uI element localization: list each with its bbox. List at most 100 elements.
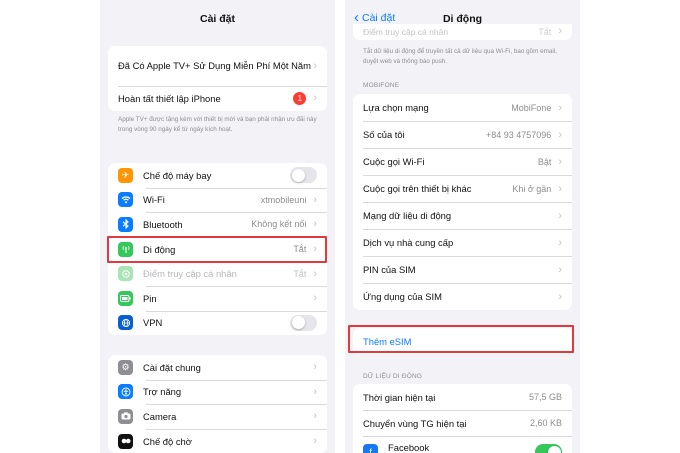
facebook-icon: f <box>363 444 378 453</box>
appletv-offer-row[interactable]: Đã Có Apple TV+ Sử Dụng Miễn Phí Một Năm… <box>108 46 327 86</box>
wifi-calling-label: Cuộc gọi Wi-Fi <box>363 156 425 167</box>
network-selection-label: Lựa chọn mạng <box>363 102 429 113</box>
chevron-right-icon: › <box>313 361 317 374</box>
chevron-right-icon: › <box>313 218 317 231</box>
my-number-label: Số của tôi <box>363 129 405 140</box>
bluetooth-label: Bluetooth <box>143 218 183 230</box>
battery-label: Pin <box>143 292 157 304</box>
settings-screen: Cài đặt Đã Có Apple TV+ Sử Dụng Miễn Phí… <box>100 0 335 453</box>
row-battery[interactable]: Pin › <box>108 285 327 311</box>
chevron-right-icon: › <box>558 128 562 141</box>
hotspot-icon <box>118 266 133 282</box>
bluetooth-icon <box>118 216 133 232</box>
battery-icon <box>118 290 133 306</box>
chevron-right-icon: › <box>558 236 562 249</box>
appletv-footnote: Apple TV+ được tặng kèm với thiết bị mới… <box>118 116 317 133</box>
appletv-offer-label: Đã Có Apple TV+ Sử Dụng Miễn Phí Một Năm <box>118 60 311 71</box>
add-esim-label: Thêm eSIM <box>363 335 412 347</box>
carrier-section-header: MOBIFONE <box>363 82 400 89</box>
cellular-screen: ‹ Cài đặt Di động Điểm truy cập cá nhân … <box>345 0 580 453</box>
chevron-right-icon: › <box>313 435 317 448</box>
row-cellular[interactable]: Di động Tắt › <box>108 236 327 262</box>
row-camera[interactable]: Camera › <box>108 404 327 429</box>
globe-icon <box>118 315 133 331</box>
accessibility-label: Trợ năng <box>143 386 182 398</box>
chevron-right-icon: › <box>313 92 317 105</box>
carrier-services-label: Dịch vụ nhà cung cấp <box>363 237 454 248</box>
chevron-right-icon: › <box>313 193 317 206</box>
cellular-value: Tắt <box>293 244 307 255</box>
chevron-right-icon: › <box>558 101 562 114</box>
my-number-value: +84 93 4757096 <box>486 129 552 140</box>
row-bluetooth[interactable]: Bluetooth Không kết nối › <box>108 212 327 237</box>
chevron-right-icon: › <box>558 290 562 303</box>
hotspot-label: Điểm truy cập cá nhân <box>363 27 449 37</box>
chevron-right-icon: › <box>558 263 562 276</box>
row-airplane-mode[interactable]: ✈ Chế độ máy bay <box>108 163 327 188</box>
row-carrier-services[interactable]: Dịch vụ nhà cung cấp › <box>353 229 572 256</box>
network-selection-value: MobiFone <box>511 102 552 113</box>
airplane-mode-toggle[interactable] <box>290 167 317 184</box>
finish-setup-label: Hoàn tất thiết lập iPhone <box>118 92 221 104</box>
row-vpn[interactable]: VPN <box>108 310 327 336</box>
row-current-roaming: Chuyển vùng TG hiện tại 2,60 KB <box>353 410 572 436</box>
wifi-icon <box>118 192 133 208</box>
calls-other-devices-label: Cuộc gọi trên thiết bị khác <box>363 183 472 194</box>
current-period-value: 57,5 GB <box>528 392 562 402</box>
row-personal-hotspot[interactable]: Điểm truy cập cá nhân Tắt › <box>108 261 327 286</box>
hotspot-value: Tắt <box>293 268 307 279</box>
wifi-calling-value: Bật <box>537 156 552 167</box>
vpn-label: VPN <box>143 317 163 329</box>
row-standby[interactable]: Chế độ chờ › <box>108 428 327 453</box>
add-esim-button[interactable]: Thêm eSIM <box>353 328 572 354</box>
row-wifi[interactable]: Wi-Fi xtmobileuni › <box>108 187 327 213</box>
current-roaming-label: Chuyển vùng TG hiện tại <box>363 417 467 429</box>
chevron-right-icon: › <box>313 292 317 305</box>
chevron-right-icon: › <box>313 410 317 423</box>
camera-icon <box>118 408 133 424</box>
chevron-right-icon: › <box>313 385 317 398</box>
hotspot-group: Điểm truy cập cá nhân Tắt › <box>353 24 572 40</box>
esim-group: Thêm eSIM <box>353 328 572 354</box>
chevron-right-icon: › <box>558 155 562 168</box>
row-general[interactable]: ⚙ Cài đặt chung › <box>108 355 327 380</box>
facebook-label: Facebook <box>388 442 430 453</box>
general-group: ⚙ Cài đặt chung › Trợ năng › Camera › Ch… <box>108 355 327 453</box>
chevron-right-icon: › <box>313 60 317 72</box>
airplane-mode-label: Chế độ máy bay <box>143 169 212 181</box>
row-my-number[interactable]: Số của tôi +84 93 4757096 › <box>353 121 572 148</box>
row-sim-applications[interactable]: Ứng dụng của SIM › <box>353 283 572 310</box>
current-period-label: Thời gian hiện tại <box>363 391 436 403</box>
carrier-group: Lựa chọn mạng MobiFone › Số của tôi +84 … <box>353 94 572 310</box>
row-accessibility[interactable]: Trợ năng › <box>108 379 327 405</box>
row-facebook[interactable]: f Facebook <box>353 436 572 453</box>
vpn-toggle[interactable] <box>290 314 317 331</box>
connectivity-group: ✈ Chế độ máy bay Wi-Fi xtmobileuni › Blu… <box>108 163 327 336</box>
row-cellular-data-network[interactable]: Mạng dữ liệu di động › <box>353 202 572 229</box>
facebook-data-toggle[interactable] <box>535 444 562 453</box>
chevron-right-icon: › <box>313 243 317 256</box>
bluetooth-value: Không kết nối <box>251 219 307 230</box>
cellular-data-section-header: DỮ LIỆU DI ĐỘNG <box>363 373 423 380</box>
chevron-right-icon: › <box>313 267 317 280</box>
wifi-value: xtmobileuni <box>260 194 307 205</box>
chevron-right-icon: › <box>558 182 562 195</box>
page-title: Cài đặt <box>199 13 235 25</box>
cellular-label: Di động <box>143 243 176 255</box>
antenna-icon <box>118 241 133 257</box>
finish-setup-row[interactable]: Hoàn tất thiết lập iPhone 1 › <box>108 86 327 111</box>
cellular-footnote: Tắt dữ liệu di động để truyền tất cả dữ … <box>363 48 557 65</box>
standby-label: Chế độ chờ <box>143 435 192 447</box>
sim-applications-label: Ứng dụng của SIM <box>363 291 442 302</box>
cellular-data-group: Thời gian hiện tại 57,5 GB Chuyển vùng T… <box>353 384 572 453</box>
row-network-selection[interactable]: Lựa chọn mạng MobiFone › <box>353 94 572 121</box>
row-wifi-calling[interactable]: Cuộc gọi Wi-Fi Bật › <box>353 148 572 175</box>
notification-badge: 1 <box>293 91 307 105</box>
standby-icon <box>118 433 133 449</box>
cellular-data-network-label: Mạng dữ liệu di động <box>363 210 452 221</box>
row-calls-other-devices[interactable]: Cuộc gọi trên thiết bị khác Khi ở gần › <box>353 175 572 202</box>
row-sim-pin[interactable]: PIN của SIM › <box>353 256 572 283</box>
general-label: Cài đặt chung <box>143 361 201 373</box>
accessibility-icon <box>118 384 133 400</box>
row-personal-hotspot[interactable]: Điểm truy cập cá nhân Tắt › <box>353 24 572 40</box>
